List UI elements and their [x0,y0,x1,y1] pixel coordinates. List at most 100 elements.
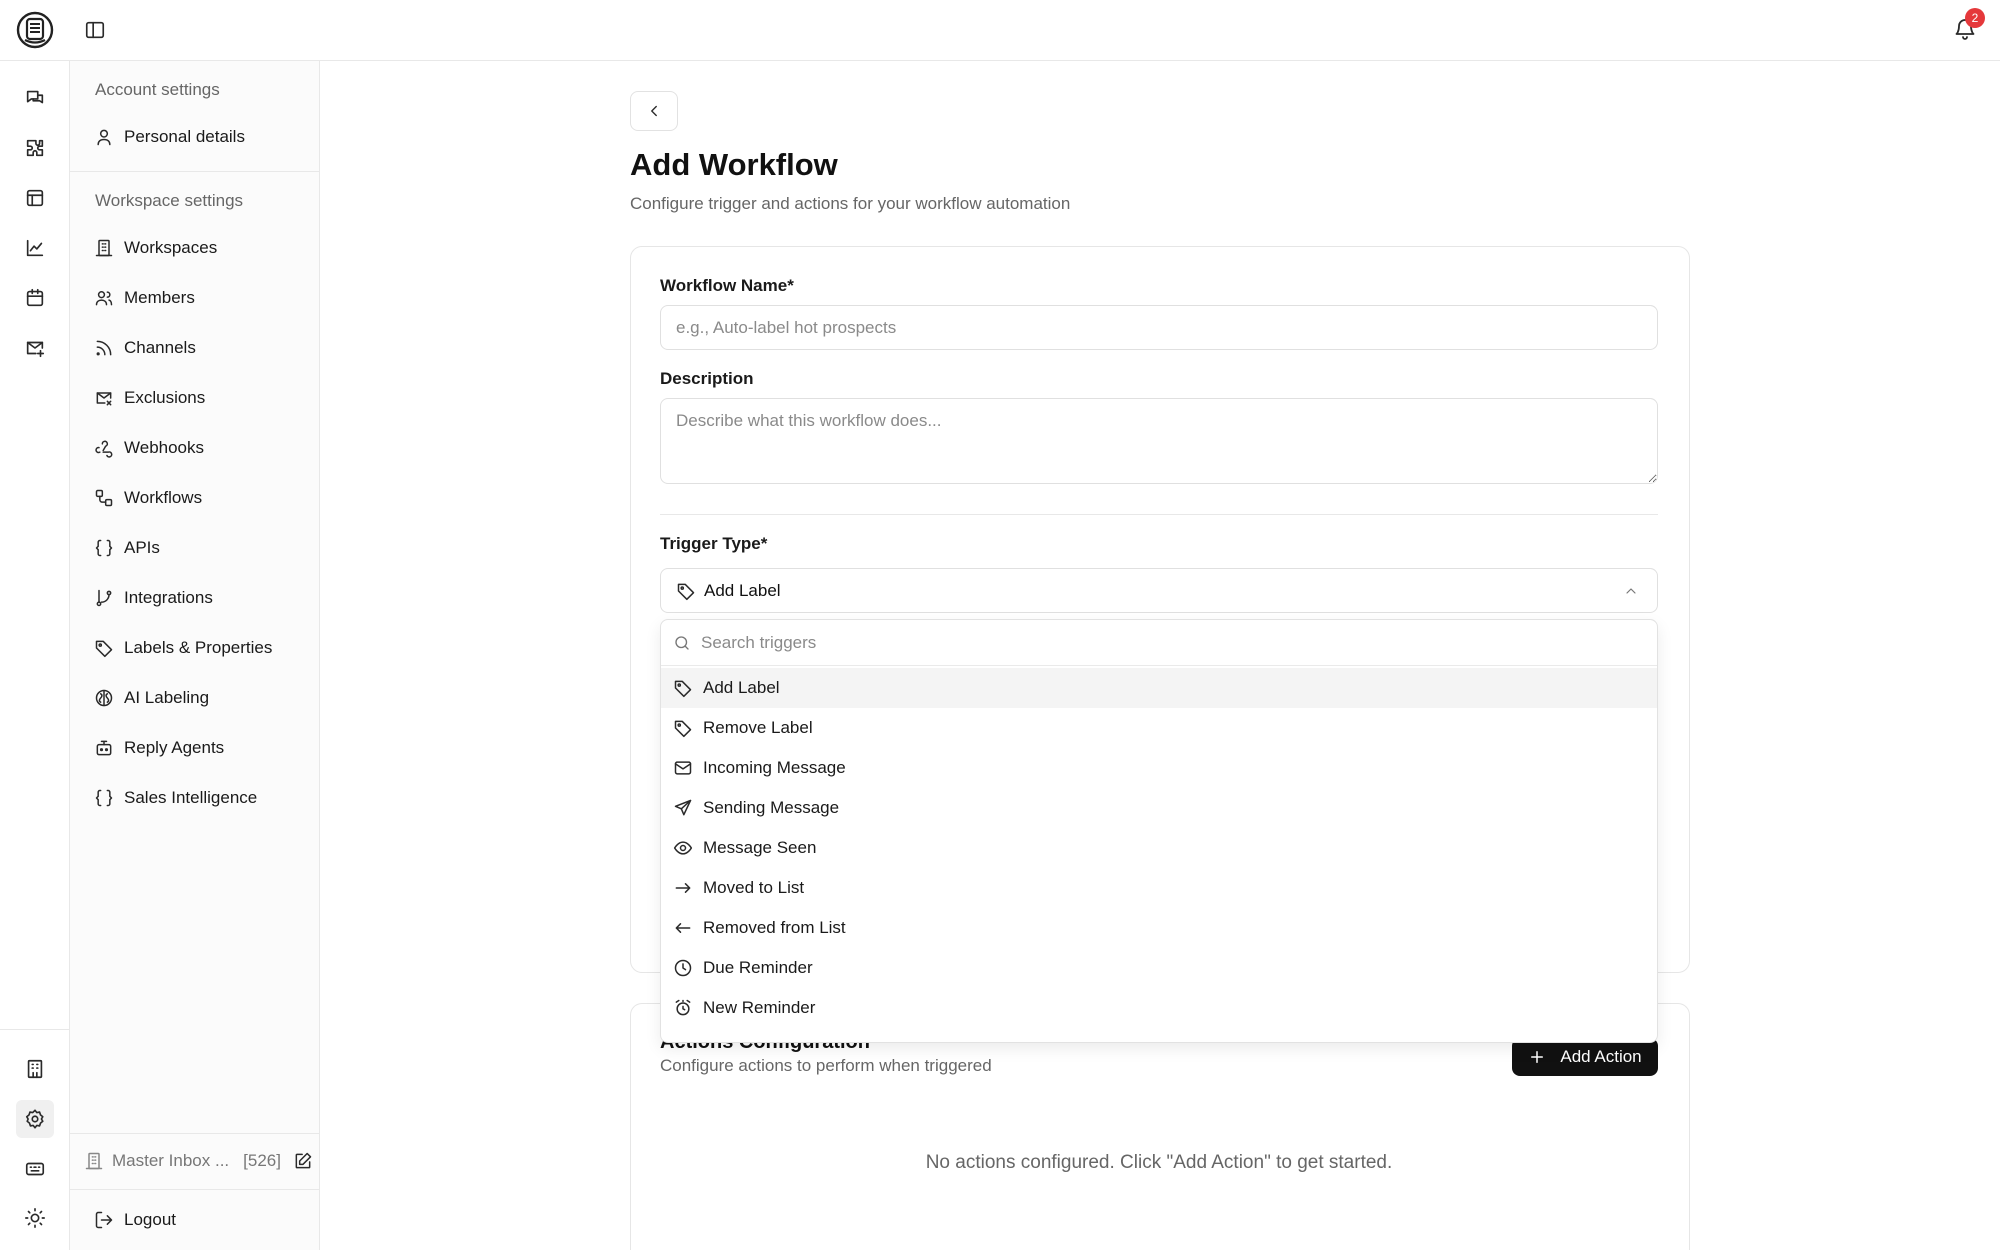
search-icon [675,635,689,650]
chevron-up-icon [1626,588,1636,594]
sidebar-item-workspaces[interactable]: Workspaces [94,231,217,265]
trigger-option-sending-message[interactable]: Sending Message [661,788,1657,828]
user-icon [97,129,111,146]
sidebar-item-label: Personal details [124,127,245,146]
tag-icon [674,720,692,738]
sidebar-item-exclusions[interactable]: Exclusions [94,381,205,415]
building-icon [85,1152,103,1170]
sidebar-item-ai-labeling[interactable]: AI Labeling [94,681,209,715]
mail-plus-icon[interactable] [21,334,49,362]
braces-icon [95,789,113,807]
logout-button[interactable]: Logout [94,1203,176,1237]
building-icon[interactable] [21,1055,49,1083]
brain-icon [95,689,113,707]
trigger-option-label: Removed from List [703,918,846,937]
rss-icon [96,340,112,356]
workflow-icon [95,489,113,507]
add-action-label: Add Action [1560,1047,1642,1066]
sidebar-item-integrations[interactable]: Integrations [94,581,213,615]
trigger-option-message-seen[interactable]: Message Seen [661,828,1657,868]
trigger-option-label: Sending Message [703,798,840,817]
sidebar-item-apis[interactable]: APIs [94,531,160,565]
trigger-option-incoming-message[interactable]: Incoming Message [661,748,1657,788]
sidebar-item-sales-intelligence[interactable]: Sales Intelligence [94,781,257,815]
logout-icon [95,1211,113,1229]
sidebar-item-label: Workflows [124,488,203,507]
app-logo-icon[interactable] [15,10,55,50]
keyboard-icon[interactable] [21,1155,49,1183]
empty-actions-message: No actions configured. Click "Add Action… [925,1152,1393,1173]
trigger-option-removed-from-list[interactable]: Removed from List [661,908,1657,948]
sun-icon[interactable] [21,1204,49,1232]
sidebar-toggle-icon[interactable] [84,19,106,41]
chart-icon[interactable] [21,234,49,262]
chat-icon[interactable] [21,84,49,112]
clock-icon [674,959,692,977]
git-branch-icon [96,589,112,607]
page-title: Add Workflow [630,147,838,182]
trigger-option-due-reminder[interactable]: Due Reminder [661,948,1657,988]
sidebar-item-label: Members [124,288,195,307]
table-icon[interactable] [21,184,49,212]
icon-rail [0,61,70,1250]
bot-icon [96,740,112,756]
edit-icon[interactable] [293,1151,313,1171]
calendar-icon[interactable] [21,284,49,312]
inbox-count: [526] [243,1151,281,1170]
settings-sidebar: Account settings Personal details Worksp… [70,61,320,1250]
workflow-name-label: Workflow Name* [660,276,794,295]
trigger-option-add-label[interactable]: Add Label [661,668,1657,708]
workflow-name-input[interactable] [660,305,1658,350]
trigger-option-label: Moved to List [703,878,805,897]
chevron-left-icon [651,105,657,117]
rail-divider [0,1029,70,1030]
arrow-right-icon [675,883,691,893]
send-icon [674,799,692,816]
sidebar-item-label: APIs [124,538,160,557]
sidebar-divider [70,171,320,172]
sidebar-item-webhooks[interactable]: Webhooks [94,431,204,465]
trigger-search-input[interactable] [701,632,1601,653]
add-action-button[interactable]: Add Action [1512,1038,1658,1076]
trigger-option-label: Message Seen [703,838,817,857]
trigger-option-moved-to-list[interactable]: Moved to List [661,868,1657,908]
back-button[interactable] [630,91,678,131]
sidebar-item-channels[interactable]: Channels [94,331,196,365]
top-bar: 2 [0,0,2000,61]
sidebar-item-members[interactable]: Members [94,281,195,315]
trigger-option-label: Incoming Message [703,758,846,777]
trigger-option-new-reminder[interactable]: New Reminder [661,988,1657,1028]
trigger-option-label: Add Label [703,678,780,697]
notification-badge: 2 [1965,8,1985,28]
sidebar-item-workflows[interactable]: Workflows [94,481,202,515]
sidebar-item-label: AI Labeling [124,688,210,707]
description-textarea[interactable] [660,398,1658,484]
description-label: Description [660,369,754,388]
sidebar-item-labels-properties[interactable]: Labels & Properties [94,631,272,665]
sidebar-item-label: Labels & Properties [124,638,273,657]
trigger-selected-value: Add Label [704,580,781,600]
arrow-left-icon [675,923,691,933]
page-subtitle: Configure trigger and actions for your w… [630,194,1071,213]
trigger-type-label: Trigger Type* [660,534,768,553]
workspace-settings-heading: Workspace settings [95,191,244,210]
form-divider [660,514,1658,515]
puzzle-icon[interactable] [21,134,49,162]
trigger-option-label: New Reminder [703,998,816,1017]
sidebar-item-label: Sales Intelligence [124,788,258,807]
trigger-option-label: Due Reminder [703,958,813,977]
tag-icon [95,640,113,658]
trigger-options-list: Add Label Remove Label Incoming Message … [661,666,1657,1028]
trigger-search [661,620,1657,666]
trigger-type-select[interactable]: Add Label [660,568,1658,613]
mail-icon [674,761,692,775]
braces-icon [95,539,113,557]
inbox-name: Master Inbox ... [112,1151,230,1170]
sidebar-item-label: Reply Agents [124,738,225,757]
sidebar-item-reply-agents[interactable]: Reply Agents [94,731,224,765]
sidebar-item-personal-details[interactable]: Personal details [94,120,245,154]
alarm-icon [675,999,691,1016]
gear-icon[interactable] [16,1100,54,1138]
inbox-selector[interactable]: Master Inbox ... [526] [84,1144,313,1178]
trigger-option-remove-label[interactable]: Remove Label [661,708,1657,748]
